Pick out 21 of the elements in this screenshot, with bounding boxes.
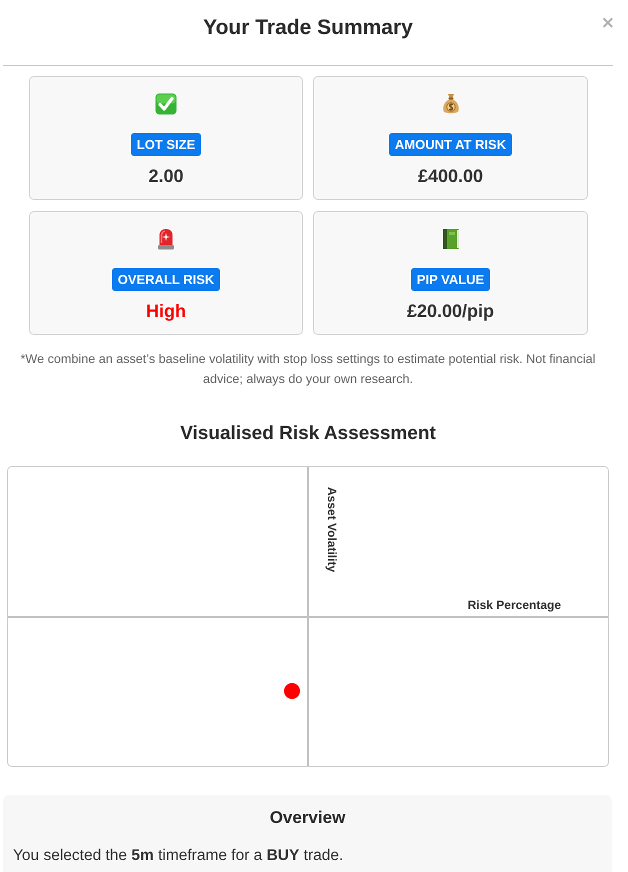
overview-title: Overview [268, 807, 346, 829]
card-value: £20.00/pip [406, 300, 494, 322]
money-bag-icon [442, 93, 460, 115]
close-button[interactable]: × [600, 15, 616, 31]
risk-point-marker [284, 683, 300, 699]
overview-text: You selected the 5m timeframe for a BUY trade. [13, 846, 344, 866]
modal-title: Your Trade Summary [203, 15, 413, 41]
disclaimer-text: *We combine an asset’s baseline volatility with stop loss settings to estimate potential risk. Not financial advice; always do your own research. [20, 351, 596, 388]
chart-title: Visualised Risk Assessment [179, 422, 437, 446]
book-icon [442, 228, 460, 250]
x-axis-label: Risk Percentage [468, 598, 561, 612]
card-value: High [146, 300, 186, 322]
card-value: £400.00 [418, 165, 484, 187]
check-mark-icon [155, 93, 177, 115]
y-axis-label: Asset Volatility [325, 487, 339, 572]
card-label-badge: LOT SIZE [130, 133, 202, 156]
card-label-badge: OVERALL RISK [112, 268, 220, 291]
card-value: 2.00 [148, 165, 184, 187]
siren-icon [157, 228, 175, 250]
card-label-badge: PIP VALUE [410, 268, 490, 291]
card-label-badge: AMOUNT AT RISK [388, 133, 512, 156]
